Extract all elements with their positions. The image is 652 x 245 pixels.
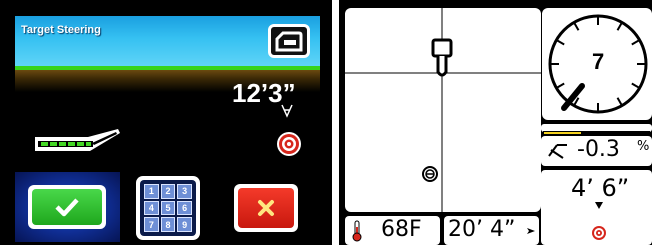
- key: 5: [160, 200, 176, 216]
- ok-button[interactable]: [28, 185, 106, 229]
- range-value: 20’ 4”: [448, 217, 516, 242]
- down-arrow-icon: [595, 202, 603, 209]
- check-icon: [55, 198, 79, 217]
- down-arrow-icon: [281, 104, 293, 118]
- locator-icon: [275, 31, 303, 52]
- key: 7: [144, 217, 159, 232]
- depth-display: 4’ 6”: [541, 170, 652, 245]
- locate-map: [345, 8, 541, 212]
- range-display: 20’ 4”: [444, 216, 539, 245]
- locator-mode-button[interactable]: [268, 24, 310, 58]
- close-icon: [258, 200, 274, 216]
- pitch-unit: %: [637, 139, 650, 154]
- temperature-value: 68F: [381, 217, 422, 242]
- ok-button-highlight: [15, 172, 120, 242]
- pitch-display: -0.3 %: [541, 136, 652, 166]
- target-icon: [277, 132, 301, 156]
- target-steering-header: Target Steering: [15, 16, 320, 66]
- screen-title: Target Steering: [21, 24, 101, 36]
- signal-bar: [541, 124, 652, 135]
- temperature-display: 68F: [345, 216, 440, 245]
- key: 3: [177, 184, 192, 199]
- keypad-button[interactable]: 1 2 3 4 5 6 7 8 9: [136, 176, 200, 240]
- depth-value: 4’ 6”: [571, 174, 630, 202]
- key: 2: [160, 184, 176, 199]
- right-arrow-icon: [527, 228, 535, 234]
- pitch-icon: [548, 144, 567, 159]
- target-steering-screen: Target Steering 12’3” 1 2 3 4 5 6 7 8 9: [0, 0, 332, 245]
- cancel-button[interactable]: [234, 184, 298, 232]
- target-icon: [592, 226, 606, 240]
- key: 4: [144, 200, 159, 216]
- key: 6: [177, 200, 192, 216]
- roll-value: 7: [592, 49, 605, 74]
- ball-icon: [422, 166, 438, 182]
- locator-display-screen: 7 -0.3 % 4’ 6” 68F 20’ 4”: [339, 0, 652, 245]
- thermometer-icon: [352, 220, 362, 242]
- key: 9: [177, 217, 192, 232]
- drill-head-icon: [35, 129, 120, 151]
- key: 1: [144, 184, 159, 199]
- signal-level-fill: [544, 132, 581, 134]
- roll-clock-gauge: 7: [542, 8, 652, 120]
- pitch-value: -0.3: [577, 137, 620, 162]
- key: 8: [160, 217, 176, 232]
- locator-icon: [431, 38, 453, 77]
- locate-map-graphics: [345, 8, 541, 212]
- keypad-icon: 1 2 3 4 5 6 7 8 9: [140, 180, 196, 236]
